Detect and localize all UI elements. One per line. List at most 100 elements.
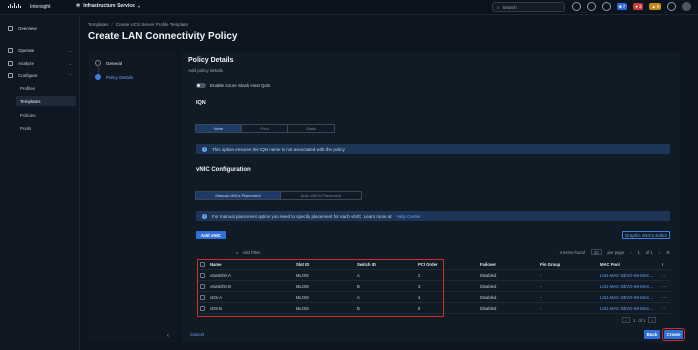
help-icon[interactable] [602, 2, 611, 11]
table-pagination-top: 4 items found 10 per page ‹ 1 of 1 › ⚙ [560, 249, 670, 255]
cell-pin-group: - [540, 306, 542, 311]
step-label: Policy Details [106, 74, 134, 80]
row-actions-icon[interactable]: ··· [662, 295, 666, 300]
cisco-logo-icon [8, 3, 21, 8]
page-prev-icon[interactable]: ‹ [622, 317, 630, 323]
iqn-option-none[interactable]: None [196, 125, 242, 132]
sidebar-sub-policies[interactable]: Policies [20, 113, 36, 118]
chevron-down-icon: ⌄ [68, 48, 72, 53]
warning-icon: ▲ [651, 4, 656, 9]
cell-pin-group: - [540, 295, 542, 300]
settings-icon[interactable]: ⚙ [666, 250, 670, 255]
cell-failover: Disabled [480, 284, 497, 289]
sidebar-sub-profiles[interactable]: Profiles [20, 86, 35, 91]
page-prev-icon[interactable]: ‹ [630, 250, 631, 255]
search-icon: ⌕ [236, 249, 239, 255]
row-actions-icon[interactable]: ··· [662, 284, 666, 289]
sidebar-item-overview[interactable]: Overview [8, 26, 74, 31]
step-label: General [106, 60, 123, 66]
cell-mac-pool[interactable]: LIS1-MAC-SEVO-K8-MAC... [600, 273, 653, 278]
notification-badge-red[interactable]: ● 3 [633, 3, 644, 10]
col-pin-group[interactable]: Pin Group [540, 262, 560, 267]
analyze-icon [8, 61, 13, 66]
configure-icon [8, 73, 13, 78]
iqn-title: IQN [196, 100, 206, 106]
placement-manual[interactable]: Manual vNICs Placement [196, 192, 281, 199]
sidebar-sub-templates[interactable]: Templates [20, 99, 41, 104]
operate-icon [8, 48, 13, 53]
col-failover[interactable]: Failover [480, 262, 496, 267]
refresh-icon[interactable] [572, 2, 581, 11]
row-actions-icon[interactable]: ··· [662, 306, 666, 311]
service-selector[interactable]: ✲ Infrastructure Service ▾ [76, 3, 140, 9]
page-of: of 1 [645, 249, 653, 255]
placement-info-text: For manual placement option you need to … [212, 213, 392, 219]
table-filter[interactable]: ⌕ Add Filter [236, 250, 260, 255]
per-page-select[interactable]: 10 [590, 249, 602, 255]
breadcrumb: Templates / Create UCS Server Profile Te… [88, 22, 188, 27]
vnic-config-title: vNIC Configuration [196, 167, 251, 173]
brand-name: Intersight [30, 4, 51, 10]
column-settings-icon[interactable]: ⫶ [662, 262, 663, 267]
search-placeholder: Search [502, 4, 517, 10]
sidebar-item-label: Configure [18, 73, 38, 78]
table-pagination-bottom: ‹ 1 of 1 › [622, 317, 657, 323]
sidebar-item-label: Overview [18, 26, 37, 31]
per-page-label: per page [607, 249, 625, 255]
azure-qos-label: Enable Azure Stack Host QoS [210, 83, 271, 88]
alarm-icon: ● [635, 4, 638, 9]
page-next-icon[interactable]: › [648, 317, 657, 323]
cancel-button[interactable]: Cancel [190, 332, 204, 337]
breadcrumb-separator: / [111, 22, 113, 27]
sidebar-item-configure[interactable]: Configure ⌃ [8, 73, 74, 78]
iqn-option-static[interactable]: Static [288, 125, 334, 132]
breadcrumb-templates[interactable]: Templates [88, 22, 109, 27]
placement-segmented: Manual vNICs Placement Auto vNICs Placem… [195, 191, 362, 200]
iqn-info-banner: i This option ensures the IQN name is no… [196, 144, 670, 154]
notification-count-red: 3 [638, 4, 642, 9]
top-bar: Intersight ✲ Infrastructure Service ▾ ⌕ … [0, 0, 698, 15]
avatar[interactable] [682, 2, 692, 11]
section-subtitle: Add policy details [188, 68, 224, 73]
help-center-link[interactable]: Help Center [397, 214, 421, 219]
cell-mac-pool[interactable]: LIS1-MAC-SEVO-K8-MAC... [600, 295, 653, 300]
notification-badge-amber[interactable]: ▲ 6 [649, 3, 662, 10]
items-found: 4 items found [559, 249, 585, 255]
info-icon: i [202, 213, 207, 219]
col-mac-pool[interactable]: MAC Pool [600, 262, 620, 267]
placement-auto[interactable]: Auto vNICs Placement [281, 192, 361, 199]
breadcrumb-create-template[interactable]: Create UCS Server Profile Template [116, 22, 188, 27]
azure-qos-toggle[interactable] [196, 83, 206, 88]
brand[interactable]: Intersight [7, 3, 51, 11]
top-icons: ■ 7 ● 3 ▲ 6 [572, 2, 692, 11]
cell-mac-pool[interactable]: LIS1-MAC-SEVO-K8-MAC... [600, 284, 653, 289]
step-policy-details[interactable]: Policy Details [95, 74, 133, 80]
create-button[interactable]: Create [662, 328, 685, 341]
page-current[interactable]: 1 [633, 318, 635, 323]
notification-badge-blue[interactable]: ■ 7 [617, 3, 628, 10]
sidebar-item-label: Analyze [18, 61, 35, 66]
page-current[interactable]: 1 [637, 250, 639, 255]
add-vnic-button[interactable]: Add vNIC [196, 231, 226, 239]
wizard-steps: General Policy Details [88, 52, 176, 342]
sidebar-sub-pools[interactable]: Pools [20, 126, 31, 131]
row-actions-icon[interactable]: ··· [662, 273, 666, 278]
settings-icon[interactable] [667, 2, 677, 11]
search-input[interactable]: ⌕ Search [492, 2, 565, 12]
graphic-vnics-editor-button[interactable]: Graphic vNICs Editor [622, 231, 670, 239]
iqn-option-pool[interactable]: Pool [242, 125, 288, 132]
cell-mac-pool[interactable]: LIS1-MAC-SEVO-K8-MAC... [600, 306, 653, 311]
section-title: Policy Details [188, 57, 234, 64]
sidebar-item-analyze[interactable]: Analyze ⌄ [8, 61, 74, 66]
annotation-highlight [197, 259, 444, 317]
page-next-icon[interactable]: › [659, 250, 660, 255]
filter-placeholder: Add Filter [242, 249, 261, 255]
sidebar-item-operate[interactable]: Operate ⌄ [8, 48, 74, 53]
step-general[interactable]: General [95, 60, 122, 66]
step-connector [98, 64, 99, 74]
sidebar-item-label: Operate [18, 48, 35, 53]
back-button[interactable]: Back [644, 330, 660, 339]
collapse-steps-icon[interactable]: ‹ [167, 333, 169, 339]
placement-info-banner: i For manual placement option you need t… [196, 211, 670, 221]
check-icon[interactable] [587, 2, 596, 11]
